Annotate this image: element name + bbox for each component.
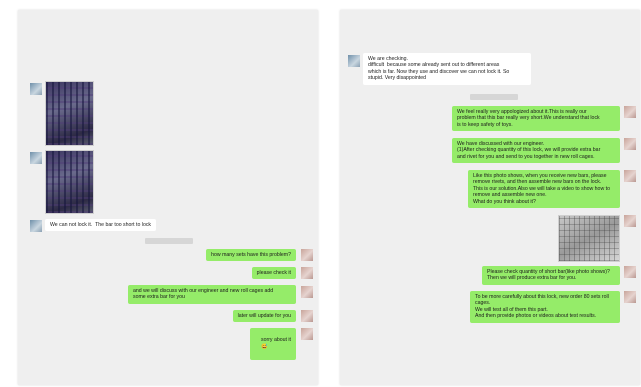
chat-photo-lock[interactable] <box>558 215 620 262</box>
sent-message-text: sorry about it <box>261 337 291 344</box>
contact-avatar[interactable] <box>30 220 42 232</box>
left-chat-panel: We can not lock it. The bar too short to… <box>18 10 318 385</box>
contact-avatar[interactable] <box>30 83 42 95</box>
user-avatar[interactable] <box>301 249 313 261</box>
chat-photo-2[interactable] <box>45 150 94 214</box>
received-message[interactable]: We can not lock it. The bar too short to… <box>45 219 157 232</box>
user-avatar[interactable] <box>301 267 313 279</box>
user-avatar[interactable] <box>301 310 313 322</box>
chat-photo-1[interactable] <box>45 81 94 146</box>
right-chat-panel: We are checking. difficult because some … <box>340 10 640 385</box>
sent-message[interactable]: please check it <box>251 267 296 280</box>
contact-avatar[interactable] <box>348 55 360 67</box>
sent-message[interactable]: To be more carefully about this lock, ne… <box>470 291 620 323</box>
sent-message[interactable]: Like this photo shows, when you receive … <box>468 170 620 209</box>
sent-message[interactable]: Please check quantity of short bar(like … <box>482 266 620 285</box>
contact-avatar[interactable] <box>30 152 42 164</box>
user-avatar[interactable] <box>301 286 313 298</box>
user-avatar[interactable] <box>624 266 636 278</box>
sent-message[interactable]: We feel really very appologized about it… <box>452 106 620 132</box>
sent-message[interactable]: We have discussed with our engineer. (1)… <box>452 138 620 164</box>
sweat-smile-emoji-icon: 😅 <box>261 343 268 350</box>
received-message[interactable]: We are checking. difficult because some … <box>363 53 531 85</box>
timestamp <box>470 94 518 100</box>
user-avatar[interactable] <box>624 215 636 227</box>
user-avatar[interactable] <box>301 328 313 340</box>
user-avatar[interactable] <box>624 170 636 182</box>
sent-message[interactable]: and we will discuss with our engineer an… <box>128 285 296 304</box>
sent-message[interactable]: how many sets have this problem? <box>206 249 296 262</box>
sent-message[interactable]: later will update for you <box>232 310 296 323</box>
sent-message[interactable]: sorry about it 😅 <box>250 328 296 360</box>
timestamp <box>145 238 193 244</box>
user-avatar[interactable] <box>624 138 636 150</box>
user-avatar[interactable] <box>624 291 636 303</box>
user-avatar[interactable] <box>624 106 636 118</box>
